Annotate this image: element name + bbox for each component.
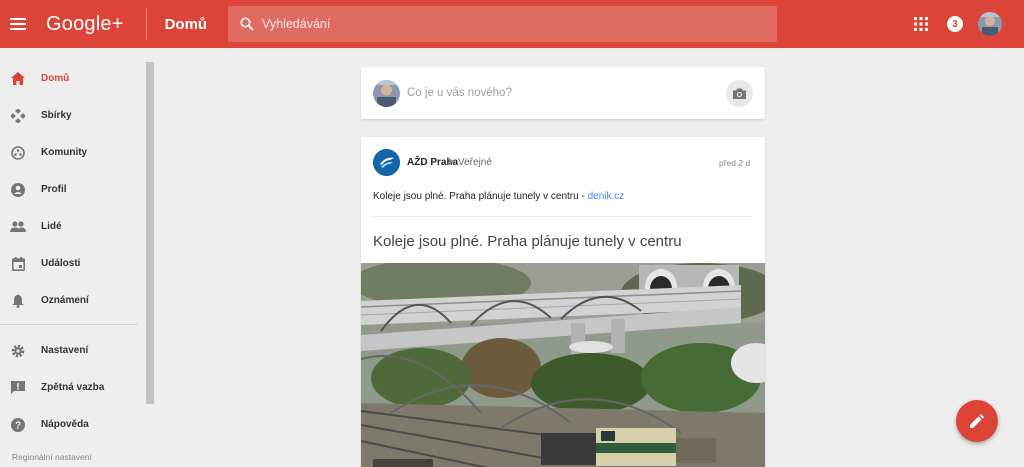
sidebar-item-settings[interactable]: Nastavení [0,332,154,369]
post-text: Koleje jsou plné. Praha plánuje tunely v… [373,191,624,202]
post-divider [373,216,753,217]
post-timestamp[interactable]: před 2 d [719,158,750,168]
sidebar-item-help[interactable]: ? Nápověda [0,406,154,443]
sidebar-item-feedback[interactable]: Zpětná vazba [0,369,154,406]
author-avatar[interactable] [373,149,400,176]
sidebar-item-label: Domů [41,73,70,84]
new-post-button[interactable] [956,400,998,442]
link-preview-title[interactable]: Koleje jsou plné. Praha plánuje tunely v… [373,233,682,250]
sidebar-item-communities[interactable]: Komunity [0,134,154,171]
sidebar-item-label: Zpětná vazba [41,382,105,393]
events-icon [0,256,36,271]
apps-button[interactable] [913,16,929,32]
search-icon [232,17,262,31]
home-icon [0,72,36,85]
sidebar-item-home[interactable]: Domů [0,60,154,97]
post-card: AŽD Praha Veřejné před 2 d Koleje jsou p… [361,137,765,467]
link-preview-image[interactable] [361,263,765,467]
hamburger-icon [10,18,26,30]
gear-icon [0,344,36,358]
add-photo-button[interactable] [726,80,753,107]
bell-icon [0,294,36,308]
header-divider [145,8,147,40]
sidebar-divider [0,324,138,325]
camera-icon [733,88,746,99]
region-settings-link[interactable]: Regionální nastavení [12,452,92,462]
compose-box[interactable]: Co je u vás nového? [361,67,765,119]
sidebar-item-label: Komunity [41,147,88,158]
sidebar-item-label: Nápověda [41,419,89,430]
post-audience[interactable]: Veřejné [458,157,492,168]
user-avatar [373,80,400,107]
post-link[interactable]: denik.cz [588,191,625,202]
sidebar-item-people[interactable]: Lidé [0,208,154,245]
sidebar-item-label: Profil [41,184,67,195]
sidebar-item-events[interactable]: Události [0,245,154,282]
notifications-badge[interactable]: 3 [947,16,963,32]
search-bar[interactable] [228,6,777,42]
people-icon [0,221,36,232]
post-text-body: Koleje jsou plné. Praha plánuje tunely v… [373,191,588,202]
menu-button[interactable] [0,0,42,48]
feedback-icon [0,380,36,395]
sidebar-item-label: Lidé [41,221,62,232]
google-plus-logo[interactable]: Google+ [46,13,124,36]
sidebar: Domů Sbírky Komunity Profil Lidé Událost… [0,48,154,467]
svg-text:?: ? [15,420,21,431]
page-title: Domů [164,15,208,33]
help-icon: ? [0,417,36,432]
sidebar-item-profile[interactable]: Profil [0,171,154,208]
sidebar-item-label: Nastavení [41,345,89,356]
sidebar-item-collections[interactable]: Sbírky [0,97,154,134]
profile-icon [0,182,36,197]
sidebar-item-label: Oznámení [41,295,89,306]
sidebar-item-label: Sbírky [41,110,72,121]
sidebar-scrollbar[interactable] [146,62,154,404]
apps-grid-icon [914,17,928,31]
account-avatar[interactable] [978,12,1002,36]
sidebar-item-label: Události [41,258,81,269]
compose-placeholder[interactable]: Co je u vás nového? [407,87,512,99]
sidebar-item-notifications[interactable]: Oznámení [0,282,154,319]
collections-icon [0,108,36,123]
search-input[interactable] [262,17,742,31]
chevron-right-icon [449,158,454,165]
pencil-icon [970,414,984,428]
communities-icon [0,145,36,160]
